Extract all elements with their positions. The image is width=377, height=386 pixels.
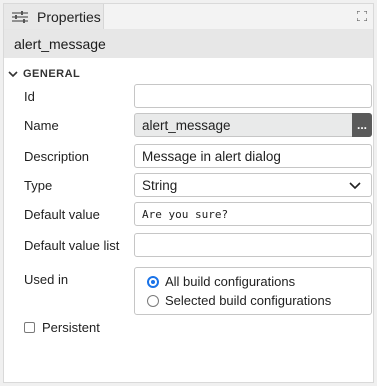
maximize-icon[interactable]: [357, 11, 367, 21]
radio-all-builds[interactable]: All build configurations: [147, 274, 295, 289]
name-browse-button[interactable]: ...: [352, 113, 372, 137]
selected-object-title: alert_message: [4, 30, 373, 58]
section-title: GENERAL: [23, 68, 81, 80]
sliders-icon: [12, 10, 28, 23]
description-label: Description: [24, 149, 90, 164]
type-value: String: [142, 177, 178, 193]
name-value: alert_message: [142, 117, 231, 133]
type-label: Type: [24, 178, 53, 193]
persistent-checkbox[interactable]: [24, 322, 35, 333]
id-label: Id: [24, 89, 35, 104]
id-input[interactable]: [134, 84, 372, 108]
name-input[interactable]: alert_message ...: [134, 113, 372, 137]
default-value-input[interactable]: Are you sure?: [134, 202, 372, 226]
default-value-label: Default value: [24, 207, 100, 222]
used-in-label: Used in: [24, 272, 69, 287]
name-label: Name: [24, 118, 59, 133]
tab-label: Properties: [37, 8, 101, 25]
chevron-down-icon: [349, 182, 361, 190]
persistent-label: Persistent: [42, 320, 100, 335]
default-value-list-label: Default value list: [24, 238, 120, 253]
tab-properties[interactable]: Properties: [4, 4, 104, 29]
properties-panel: Properties alert_message GENERAL Id Name…: [3, 3, 374, 383]
chevron-down-icon: [8, 71, 18, 78]
radio-label: All build configurations: [165, 274, 296, 289]
persistent-checkbox-row[interactable]: Persistent: [24, 320, 100, 335]
default-value-list-input[interactable]: [134, 233, 372, 257]
radio-selected-icon: [147, 275, 159, 288]
radio-label: Selected build configurations: [165, 293, 332, 308]
section-general-header[interactable]: GENERAL: [8, 66, 80, 82]
type-select[interactable]: String: [134, 173, 372, 197]
used-in-radio-group: All build configurations Selected build …: [134, 267, 372, 315]
panel-titlebar: Properties: [4, 4, 373, 30]
description-input[interactable]: Message in alert dialog: [134, 144, 372, 168]
radio-unselected-icon: [147, 294, 159, 307]
radio-selected-builds[interactable]: Selected build configurations: [147, 293, 331, 308]
